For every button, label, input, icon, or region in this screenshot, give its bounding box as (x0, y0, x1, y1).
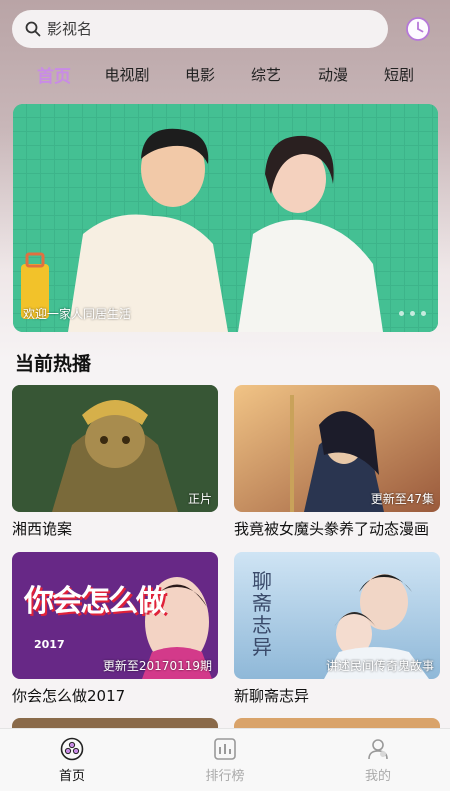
nav-home[interactable]: 首页 (32, 735, 112, 784)
nav-profile[interactable]: 我的 (338, 735, 418, 784)
episode-badge: 讲述民间传奇鬼故事 (325, 659, 434, 673)
video-card[interactable]: 更新至47集 我竟被女魔头豢养了动态漫画 (234, 385, 440, 539)
carousel-dot[interactable] (410, 311, 415, 316)
home-icon (60, 737, 84, 761)
featured-banner[interactable]: 欢迎一家人同居生活 (13, 104, 438, 332)
video-title: 新聊斋志异 (234, 687, 310, 705)
nav-ranking[interactable]: 排行榜 (185, 735, 265, 784)
search-input[interactable] (47, 20, 347, 38)
history-icon[interactable] (405, 16, 431, 42)
tab-variety[interactable]: 综艺 (251, 64, 281, 85)
banner-image (13, 104, 438, 332)
poster-title-art: 你会怎么做 (24, 584, 166, 619)
nav-label: 我的 (364, 769, 391, 784)
poster-image: 你会怎么做 2017 更新至20170119期 (12, 552, 218, 679)
tab-anime[interactable]: 动漫 (318, 64, 348, 85)
episode-badge: 正片 (187, 492, 212, 506)
episode-badge: 更新至20170119期 (102, 659, 212, 673)
poster-year: 2017 (34, 638, 65, 651)
video-card[interactable] (234, 718, 440, 728)
video-card[interactable]: 正片 湘西诡案 (12, 385, 218, 539)
video-title: 湘西诡案 (12, 520, 73, 538)
category-tabs: 首页 电视剧 电影 综艺 动漫 短剧 (0, 60, 450, 90)
tab-movies[interactable]: 电影 (185, 64, 215, 85)
carousel-dot[interactable] (421, 311, 426, 316)
ranking-icon (214, 738, 236, 760)
video-card[interactable]: 聊斋志异 讲述民间传奇鬼故事 新聊斋志异 (234, 552, 440, 706)
video-title: 我竟被女魔头豢养了动态漫画 (234, 520, 430, 538)
tab-home[interactable]: 首页 (37, 62, 71, 87)
nav-label: 首页 (58, 769, 85, 784)
video-card[interactable] (12, 718, 218, 728)
nav-label: 排行榜 (205, 769, 245, 784)
poster-image: 更新至47集 (234, 385, 440, 512)
bottom-navigation: 首页 排行榜 我的 (0, 728, 450, 791)
video-card[interactable]: 你会怎么做 2017 更新至20170119期 你会怎么做2017 (12, 552, 218, 706)
profile-icon (368, 739, 388, 760)
poster-title-art: 聊斋志异 (252, 569, 272, 659)
carousel-dot[interactable] (399, 311, 404, 316)
video-title: 你会怎么做2017 (12, 687, 126, 705)
poster-image: 聊斋志异 讲述民间传奇鬼故事 (234, 552, 440, 679)
tab-tv-series[interactable]: 电视剧 (104, 64, 149, 85)
search-bar[interactable] (12, 10, 388, 48)
section-title: 当前热播 (15, 353, 92, 375)
search-icon (25, 21, 41, 37)
banner-caption: 欢迎一家人同居生活 (23, 307, 132, 321)
poster-image: 正片 (12, 385, 218, 512)
episode-badge: 更新至47集 (370, 492, 434, 506)
tab-short-drama[interactable]: 短剧 (384, 64, 414, 85)
carousel-indicator (399, 311, 426, 316)
